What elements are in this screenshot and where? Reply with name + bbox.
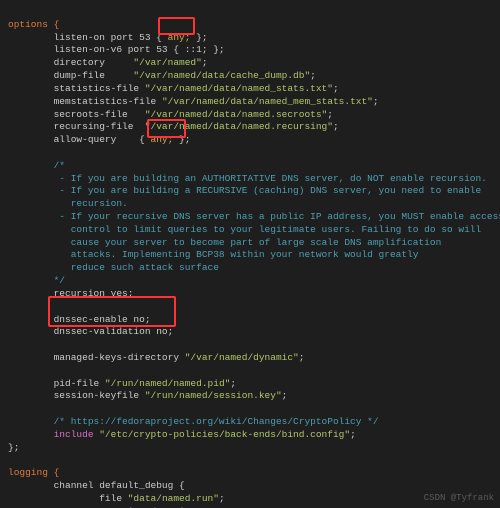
hl-any-1: any;	[168, 32, 191, 43]
kw-options: options {	[8, 19, 59, 30]
hl-any-2: any;	[151, 134, 174, 145]
dnssec-validation-line: dnssec-validation no;	[8, 326, 173, 337]
dnssec-enable-line: dnssec-enable no;	[8, 314, 151, 325]
watermark: CSDN @Tyfrank	[424, 492, 494, 504]
code-editor: options { listen-on port 53 { any; }; li…	[0, 0, 500, 508]
